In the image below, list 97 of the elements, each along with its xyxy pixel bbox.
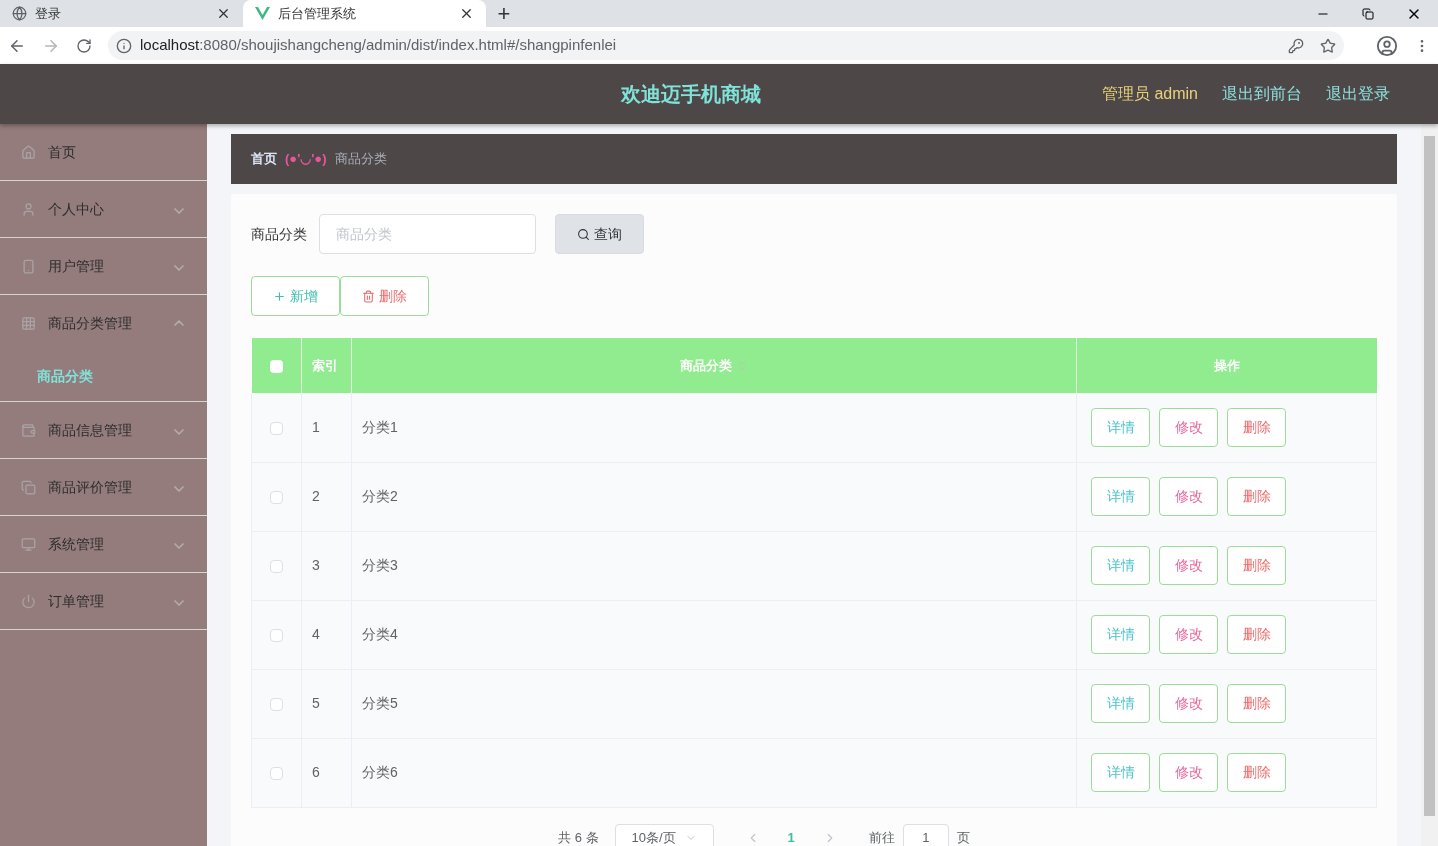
- checkbox[interactable]: [270, 421, 283, 435]
- table-cell: 4: [312, 626, 320, 642]
- page-number[interactable]: 1: [775, 827, 807, 846]
- delete-button[interactable]: 删除: [340, 276, 429, 316]
- admin-user: 管理员 admin: [1101, 84, 1198, 104]
- user-icon: [21, 201, 36, 217]
- column-header: 索引: [301, 338, 352, 393]
- menu-item[interactable]: 商品分类管理: [0, 295, 207, 351]
- table-cell: 分类3: [362, 557, 398, 573]
- plus-icon: [273, 289, 286, 303]
- delete-button[interactable]: 删除: [1227, 407, 1286, 447]
- table-cell: 1: [312, 418, 320, 435]
- star-icon[interactable]: [1320, 37, 1336, 54]
- column-header: 操作: [1076, 338, 1377, 393]
- detail-button[interactable]: 详情: [1091, 477, 1150, 516]
- menu-item[interactable]: 商品评价管理: [0, 459, 207, 515]
- checkbox[interactable]: [270, 697, 283, 711]
- edit-button[interactable]: 修改: [1159, 407, 1218, 447]
- search-icon: [577, 227, 590, 241]
- scrollbar[interactable]: [1421, 124, 1438, 846]
- edit-button[interactable]: 修改: [1159, 477, 1218, 516]
- checkbox[interactable]: [270, 766, 283, 780]
- delete-button[interactable]: 删除: [1227, 615, 1286, 654]
- key-icon[interactable]: [1288, 37, 1304, 54]
- browser-tab[interactable]: 登录: [0, 0, 243, 27]
- breadcrumb-current: 商品分类: [334, 150, 387, 169]
- detail-button[interactable]: 详情: [1091, 546, 1150, 585]
- menu-item[interactable]: 用户管理: [0, 238, 207, 294]
- submenu-item[interactable]: 商品分类: [0, 351, 207, 401]
- table-cell: 分类1: [362, 418, 398, 435]
- site-title: 欢迪迈手机商城: [621, 82, 761, 107]
- table-cell: 3: [312, 557, 320, 573]
- checkbox[interactable]: [270, 559, 283, 573]
- browser-tab[interactable]: 后台管理系统: [243, 0, 486, 27]
- grid-icon: [21, 315, 36, 331]
- table-cell: 分类2: [362, 488, 398, 504]
- detail-button[interactable]: 详情: [1091, 615, 1150, 654]
- info-icon: [116, 37, 132, 54]
- menu-item[interactable]: 首页: [0, 124, 207, 180]
- search-field[interactable]: 商品分类: [319, 214, 536, 254]
- tab-title: 后台管理系统: [278, 4, 357, 23]
- home-icon: [21, 144, 36, 160]
- search-label: 商品分类: [251, 224, 307, 244]
- v-logo-icon: [255, 7, 270, 20]
- edit-button[interactable]: 修改: [1159, 546, 1218, 585]
- table-cell: 分类5: [362, 695, 398, 711]
- breadcrumb-separator: (●'◡'●): [285, 150, 327, 169]
- delete-button[interactable]: 删除: [1227, 477, 1286, 516]
- add-button[interactable]: 新增: [251, 276, 340, 316]
- table-cell: 分类4: [362, 626, 398, 642]
- menu-item[interactable]: 订单管理: [0, 573, 207, 629]
- table-cell: 分类6: [362, 764, 398, 780]
- search-button[interactable]: 查询: [555, 214, 644, 254]
- table-cell: 5: [312, 695, 320, 711]
- tab-title: 登录: [35, 4, 62, 23]
- sort-icon[interactable]: [736, 359, 748, 372]
- power-icon: [21, 593, 36, 609]
- delete-button[interactable]: 删除: [1227, 684, 1286, 723]
- close-icon[interactable]: [216, 6, 231, 21]
- header-link[interactable]: 退出到前台: [1222, 82, 1302, 106]
- table-cell: 6: [312, 764, 320, 780]
- profile-icon[interactable]: [1376, 34, 1398, 57]
- page-size-select[interactable]: 10条/页: [614, 823, 714, 846]
- column-header: 商品分类: [680, 356, 732, 375]
- menu-item[interactable]: 个人中心: [0, 181, 207, 237]
- menu-item[interactable]: 商品信息管理: [0, 402, 207, 458]
- goto-label: 前往: [868, 828, 895, 846]
- reload-icon[interactable]: [76, 37, 92, 54]
- close-icon[interactable]: [459, 6, 474, 21]
- phone-icon: [21, 258, 36, 274]
- checkbox[interactable]: [270, 628, 283, 642]
- detail-button[interactable]: 详情: [1091, 684, 1150, 723]
- globe-icon: [12, 6, 27, 21]
- restore-icon[interactable]: [1362, 7, 1374, 20]
- url-text: localhost:8080/shoujishangcheng/admin/dist/index.html#/shangpinfenlei: [140, 35, 618, 56]
- checkbox[interactable]: [270, 490, 283, 504]
- new-tab-button[interactable]: +: [490, 0, 518, 27]
- table-cell: 2: [312, 488, 320, 504]
- monitor-icon: [21, 536, 36, 552]
- detail-button[interactable]: 详情: [1091, 407, 1150, 447]
- trash-icon: [362, 289, 375, 303]
- wallet-icon: [21, 422, 36, 438]
- delete-button[interactable]: 删除: [1227, 753, 1286, 792]
- edit-button[interactable]: 修改: [1159, 684, 1218, 723]
- checkbox[interactable]: [269, 359, 283, 373]
- edit-button[interactable]: 修改: [1159, 615, 1218, 654]
- page-input[interactable]: 1: [902, 823, 949, 846]
- total-count: 共 6 条: [558, 828, 599, 846]
- menu-item[interactable]: 系统管理: [0, 516, 207, 572]
- edit-button[interactable]: 修改: [1159, 753, 1218, 792]
- delete-button[interactable]: 删除: [1227, 546, 1286, 585]
- detail-button[interactable]: 详情: [1091, 753, 1150, 792]
- header-link[interactable]: 退出登录: [1326, 82, 1390, 106]
- address-bar[interactable]: localhost:8080/shoujishangcheng/admin/dist/index.html#/shangpinfenlei: [108, 31, 1344, 60]
- breadcrumb-link[interactable]: 首页: [251, 149, 277, 169]
- goto-suffix: 页: [956, 828, 970, 846]
- copy-icon: [21, 479, 36, 495]
